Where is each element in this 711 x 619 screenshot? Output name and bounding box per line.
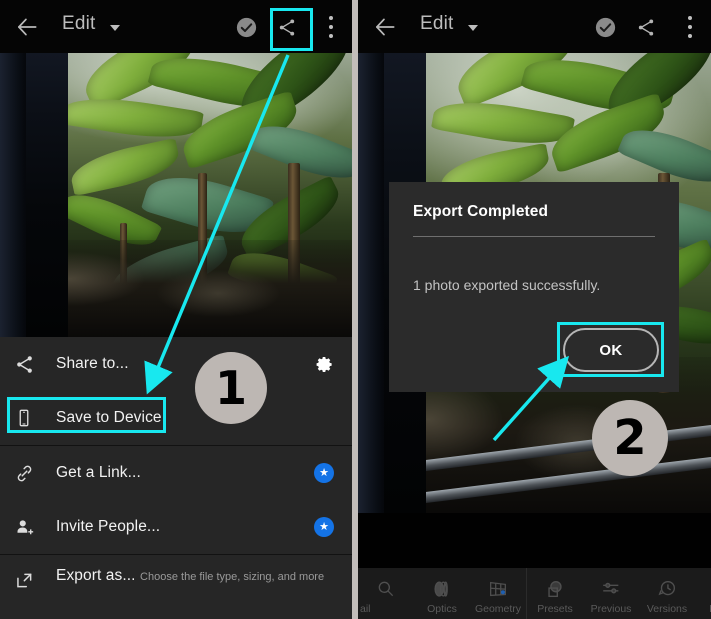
panel-divider (352, 0, 358, 619)
dot (688, 34, 692, 38)
page-title: Edit (62, 13, 96, 34)
toolbar-item-label: Presets (537, 603, 573, 615)
toolbar-item-presets[interactable]: Presets (527, 577, 583, 619)
dialog-message: 1 photo exported successfully. (413, 277, 601, 293)
toolbar-item-label: ail (360, 603, 371, 615)
menu-item-text: Get a Link... (56, 464, 141, 482)
menu-item-share-to[interactable]: Share to... (0, 337, 352, 391)
menu-item-text: Invite People... (56, 518, 160, 536)
person-add-icon (14, 517, 52, 538)
menu-item-text: Export as... Choose the file type, sizin… (56, 567, 324, 585)
right-screenshot-panel: Export Completed 1 photo exported succes… (358, 0, 711, 619)
gear-icon[interactable] (315, 355, 334, 374)
more-vertical-icon[interactable] (329, 16, 334, 38)
photo-preview-left[interactable] (0, 53, 352, 337)
left-screenshot-panel: Share to... Save to Device Get a Link...… (0, 0, 352, 619)
dot (688, 25, 692, 29)
menu-item-text: Save to Device (56, 409, 162, 427)
app-top-bar-right: Edit (358, 0, 711, 53)
edit-toolbar: ail Optics Geometry Presets Previous Ver… (358, 568, 711, 619)
toolbar-item-label: Reset (695, 603, 711, 615)
app-top-bar-left: Edit (0, 0, 352, 53)
more-vertical-icon[interactable] (688, 16, 693, 38)
toolbar-item-label: Previous (590, 603, 632, 615)
menu-item-invite-people[interactable]: Invite People... ★ (0, 500, 352, 554)
toolbar-item-versions[interactable]: Versions (639, 577, 695, 619)
menu-item-label: Share to... (56, 355, 129, 372)
dot (329, 34, 333, 38)
edit-toolbar-group-1: ail Optics Geometry (358, 568, 526, 619)
optics-icon (414, 577, 470, 601)
chevron-down-icon[interactable] (468, 25, 478, 31)
dialog-divider (413, 236, 655, 237)
menu-item-label: Export as... (56, 567, 136, 584)
screenshot-root: Share to... Save to Device Get a Link...… (0, 0, 711, 619)
versions-icon (639, 577, 695, 601)
premium-star-badge: ★ (314, 517, 334, 537)
toolbar-item-optics[interactable]: Optics (414, 577, 470, 619)
menu-item-get-a-link[interactable]: Get a Link... ★ (0, 446, 352, 500)
share-sheet-section-3: Export as... Choose the file type, sizin… (0, 554, 352, 613)
photo-letterbox (358, 513, 711, 568)
toolbar-item-label: Geometry (474, 603, 522, 615)
share-sheet-section-1: Share to... Save to Device (0, 337, 352, 445)
toolbar-item-label: Versions (646, 603, 688, 615)
menu-item-text: Share to... (56, 355, 129, 373)
menu-item-label: Save to Device (56, 409, 162, 426)
page-title: Edit (420, 13, 454, 34)
arrow-left-icon[interactable] (14, 14, 40, 40)
previous-icon (583, 577, 639, 601)
share-icon[interactable] (635, 17, 657, 38)
check-circle-icon[interactable] (236, 17, 257, 38)
menu-item-sublabel: Choose the file type, sizing, and more (140, 571, 325, 583)
share-icon[interactable] (276, 17, 298, 38)
export-icon (14, 570, 52, 591)
link-icon (14, 463, 52, 484)
edit-toolbar-group-2: Presets Previous Versions (526, 568, 711, 619)
toolbar-item-reset[interactable]: Reset (695, 577, 711, 619)
reset-icon (695, 577, 711, 601)
menu-item-label: Invite People... (56, 518, 161, 535)
chevron-down-icon[interactable] (110, 25, 120, 31)
premium-star-badge: ★ (314, 463, 334, 483)
share-sheet-section-2: Get a Link... ★ Invite People... ★ (0, 445, 352, 554)
photo-window-frame (0, 53, 68, 337)
toolbar-item-label: Optics (427, 603, 457, 615)
dot (329, 16, 333, 20)
dialog-ok-button[interactable]: OK (563, 328, 659, 372)
check-circle-icon[interactable] (595, 17, 616, 38)
detail-icon (358, 577, 414, 601)
menu-item-save-to-device[interactable]: Save to Device (0, 391, 352, 445)
toolbar-item-geometry[interactable]: Geometry (470, 577, 526, 619)
dialog-title: Export Completed (413, 203, 549, 220)
menu-item-export-as[interactable]: Export as... Choose the file type, sizin… (0, 555, 352, 613)
toolbar-item-detail[interactable]: ail (358, 577, 414, 619)
share-sheet: Share to... Save to Device Get a Link...… (0, 337, 352, 619)
geometry-icon (470, 577, 526, 601)
toolbar-item-previous[interactable]: Previous (583, 577, 639, 619)
export-completed-dialog: Export Completed 1 photo exported succes… (389, 182, 679, 392)
presets-icon (527, 577, 583, 601)
phone-icon (14, 408, 52, 428)
menu-item-label: Get a Link... (56, 464, 141, 481)
dot (688, 16, 692, 20)
arrow-left-icon[interactable] (372, 14, 398, 40)
dot (329, 25, 333, 29)
share-icon (14, 354, 52, 375)
